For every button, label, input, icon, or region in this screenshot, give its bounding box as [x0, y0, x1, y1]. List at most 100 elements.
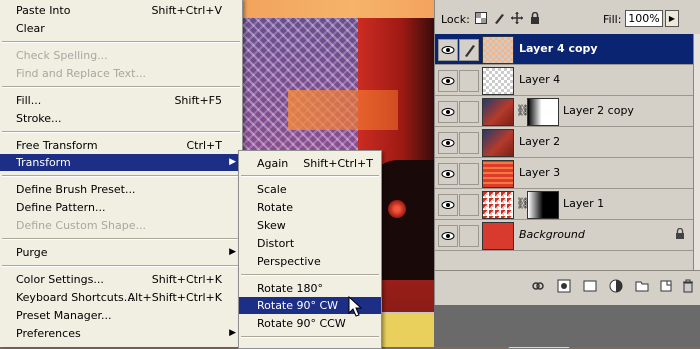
menu-separator: [2, 238, 240, 240]
menu-item-define-brush[interactable]: Define Brush Preset...: [0, 181, 242, 198]
menu-item-find-replace[interactable]: Find and Replace Text...: [0, 65, 242, 82]
submenu-item-skew[interactable]: Skew: [239, 217, 381, 234]
lock-transparency-icon[interactable]: [475, 12, 487, 24]
layer-name[interactable]: Layer 3: [519, 166, 560, 179]
menu-item-transform[interactable]: Transform ▶: [0, 154, 242, 171]
menu-item-color-settings[interactable]: Color Settings... Shift+Ctrl+K: [0, 271, 242, 288]
layers-bottom-toolbar: [435, 270, 700, 306]
menu-separator: [2, 175, 240, 177]
submenu-separator: [241, 274, 379, 276]
link-layers-icon[interactable]: [531, 279, 545, 293]
layer-mask-thumbnail[interactable]: [527, 191, 559, 219]
eye-icon: [441, 201, 455, 209]
layer-brush-indicator[interactable]: [459, 39, 479, 61]
layer-name[interactable]: Layer 4: [519, 73, 560, 86]
layer-link-cell[interactable]: [459, 132, 479, 154]
menu-item-free-transform[interactable]: Free Transform Ctrl+T: [0, 137, 242, 154]
menu-item-define-pattern[interactable]: Define Pattern...: [0, 199, 242, 216]
submenu-item-perspective[interactable]: Perspective: [239, 253, 381, 270]
layer-link-cell[interactable]: [459, 70, 479, 92]
eye-icon: [441, 232, 455, 240]
layer-thumbnail[interactable]: [482, 36, 514, 64]
fill-opacity-input[interactable]: 100%: [625, 10, 663, 27]
submenu-item-scale[interactable]: Scale: [239, 181, 381, 198]
menu-item-check-spelling[interactable]: Check Spelling...: [0, 47, 242, 64]
layer-thumbnail[interactable]: [482, 67, 514, 95]
layers-panel: Lock: Fill: 100% ▶ Layer 4 copy Layer 4 …: [434, 0, 700, 306]
submenu-separator: [241, 175, 379, 177]
lock-icon: [676, 228, 684, 239]
visibility-toggle[interactable]: [438, 39, 458, 61]
visibility-toggle[interactable]: [438, 101, 458, 123]
menu-item-purge[interactable]: Purge ▶: [0, 244, 242, 261]
lock-label: Lock:: [441, 13, 470, 26]
layer-link-cell[interactable]: [459, 194, 479, 216]
lock-position-icon[interactable]: [511, 12, 523, 24]
submenu-arrow-icon: ▶: [229, 328, 236, 338]
eye-icon: [441, 170, 455, 178]
adjustment-layer-icon[interactable]: [609, 279, 623, 293]
submenu-item-distort[interactable]: Distort: [239, 235, 381, 252]
delete-layer-icon[interactable]: [681, 279, 695, 293]
background-workspace: [434, 305, 700, 347]
visibility-toggle[interactable]: [438, 225, 458, 247]
menu-item-preferences[interactable]: Preferences ▶: [0, 325, 242, 342]
layer-row-layer-1[interactable]: ⛓ Layer 1: [435, 189, 693, 220]
visibility-toggle[interactable]: [438, 163, 458, 185]
layer-thumbnail[interactable]: [482, 160, 514, 188]
layer-thumbnail[interactable]: [482, 222, 514, 250]
layer-link-cell[interactable]: [459, 163, 479, 185]
submenu-item-rotate[interactable]: Rotate: [239, 199, 381, 216]
visibility-toggle[interactable]: [438, 132, 458, 154]
layer-row-layer-2-copy[interactable]: ⛓ Layer 2 copy: [435, 96, 693, 127]
layer-style-icon[interactable]: [557, 279, 571, 293]
submenu-arrow-icon: ▶: [229, 247, 236, 257]
eye-icon: [441, 77, 455, 85]
menu-item-clear[interactable]: Clear: [0, 20, 242, 37]
transform-submenu: Again Shift+Ctrl+T Scale Rotate Skew Dist…: [238, 150, 382, 349]
menu-item-paste-into[interactable]: Paste Into Shift+Ctrl+V: [0, 2, 242, 19]
new-group-icon[interactable]: [635, 279, 649, 293]
layer-row-layer-4[interactable]: Layer 4: [435, 65, 693, 96]
layer-thumbnail[interactable]: [482, 129, 514, 157]
layer-row-layer-4-copy[interactable]: Layer 4 copy: [435, 34, 693, 65]
edit-menu: Paste Into Shift+Ctrl+V Clear Check Spell…: [0, 0, 243, 347]
visibility-toggle[interactable]: [438, 70, 458, 92]
menu-item-keyboard-shortcuts[interactable]: Keyboard Shortcuts... Alt+Shift+Ctrl+K: [0, 289, 242, 306]
layers-scrollbar[interactable]: [693, 34, 700, 270]
submenu-separator: [241, 336, 379, 338]
mouse-pointer-icon: [348, 296, 363, 317]
submenu-item-rotate-180[interactable]: Rotate 180°: [239, 280, 381, 297]
menu-item-define-custom-shape[interactable]: Define Custom Shape...: [0, 217, 242, 234]
layer-mask-thumbnail[interactable]: [527, 98, 559, 126]
menu-separator: [2, 131, 240, 133]
add-mask-icon[interactable]: [583, 279, 597, 293]
layer-link-cell[interactable]: [459, 101, 479, 123]
eye-icon: [441, 46, 455, 54]
menu-item-stroke[interactable]: Stroke...: [0, 110, 242, 127]
visibility-toggle[interactable]: [438, 194, 458, 216]
layer-name[interactable]: Layer 1: [563, 197, 604, 210]
canvas-light-bulb: [388, 200, 406, 218]
layer-name[interactable]: Layer 2 copy: [563, 104, 634, 117]
lock-all-icon[interactable]: [529, 12, 541, 24]
layer-name[interactable]: Layer 4 copy: [519, 42, 598, 55]
eye-icon: [441, 139, 455, 147]
eye-icon: [441, 108, 455, 116]
layer-row-layer-3[interactable]: Layer 3: [435, 158, 693, 189]
layer-row-layer-2[interactable]: Layer 2: [435, 127, 693, 158]
menu-separator: [2, 41, 240, 43]
new-layer-icon[interactable]: [659, 279, 673, 293]
submenu-item-again[interactable]: Again Shift+Ctrl+T: [239, 155, 381, 172]
layer-name[interactable]: Background: [519, 228, 585, 241]
layer-name[interactable]: Layer 2: [519, 135, 560, 148]
layer-row-background[interactable]: Background: [435, 220, 693, 251]
layer-link-cell[interactable]: [459, 225, 479, 247]
menu-item-preset-manager[interactable]: Preset Manager...: [0, 307, 242, 324]
menu-separator: [2, 265, 240, 267]
fill-dropdown-arrow-icon[interactable]: ▶: [665, 10, 679, 27]
menu-item-fill[interactable]: Fill... Shift+F5: [0, 92, 242, 109]
lock-brush-icon[interactable]: [493, 12, 505, 24]
layer-thumbnail[interactable]: [482, 191, 514, 219]
layer-thumbnail[interactable]: [482, 98, 514, 126]
